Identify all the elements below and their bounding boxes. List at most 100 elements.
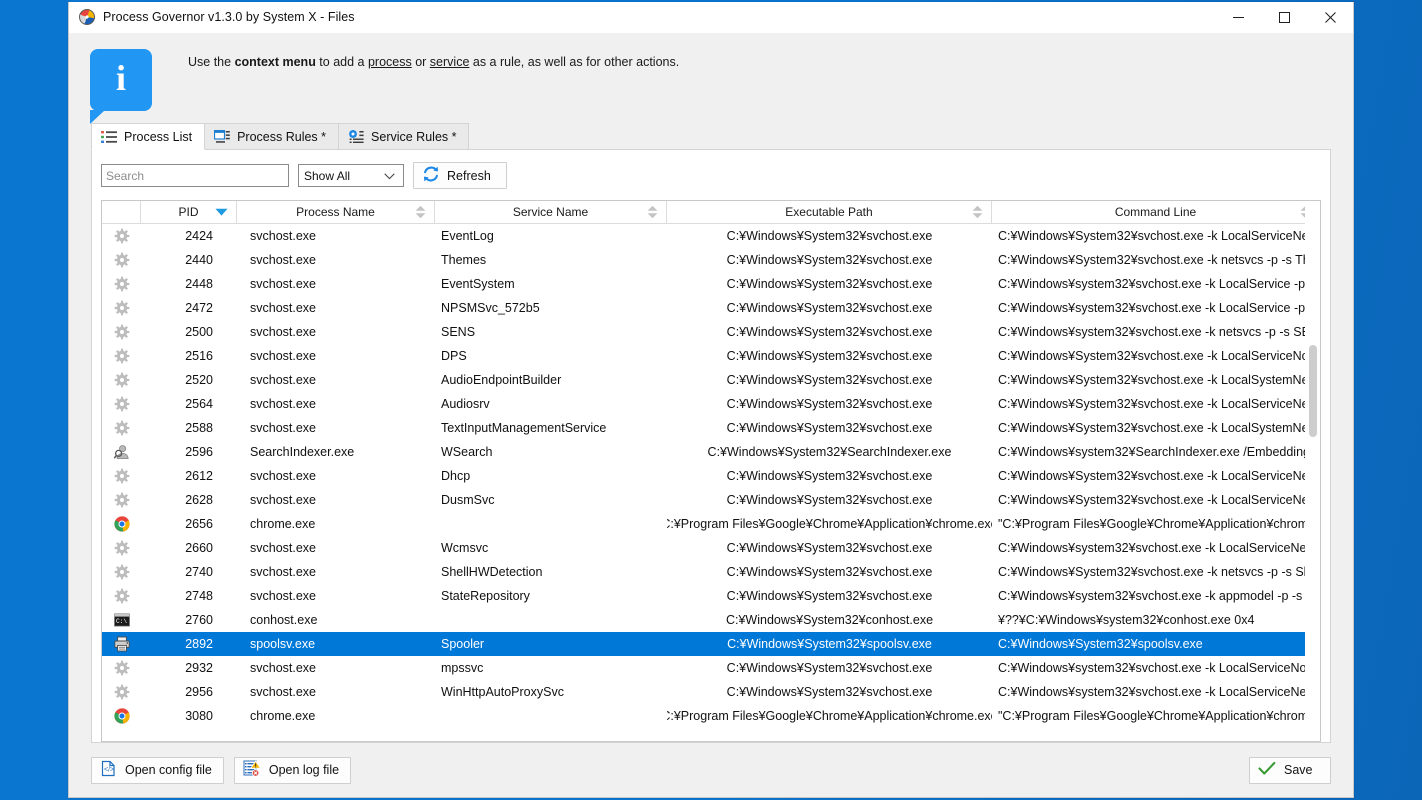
row-icon-cell [102, 416, 141, 440]
column-header-pid[interactable]: PID [141, 201, 237, 224]
cell-pid: 2516 [185, 349, 213, 363]
open-log-file-button[interactable]: Open log file [233, 756, 352, 784]
tab-process-rules-label: Process Rules * [237, 129, 327, 144]
column-header-icon[interactable] [102, 201, 141, 224]
sort-none-icon [415, 205, 426, 219]
app-logo-icon [79, 9, 95, 25]
cell-pid: 2660 [185, 541, 213, 555]
cell-pid: 2424 [185, 229, 213, 243]
column-header-cmd[interactable]: Command Line [992, 201, 1320, 224]
cell-sname: StateRepository [441, 589, 530, 603]
table-body: 2424 svchost.exe EventLog C:¥Windows¥System… [102, 224, 1320, 741]
cell-cmd: C:¥Windows¥system32¥svchost.exe -k Local… [998, 685, 1320, 699]
table-row[interactable]: 2660 svchost.exe Wcmsvc C:¥Windows¥System32… [102, 536, 1320, 560]
table-row[interactable]: 2612 svchost.exe Dhcp C:¥Windows¥System32¥s… [102, 464, 1320, 488]
table-row[interactable]: 2500 svchost.exe SENS C:¥Windows¥System32¥s… [102, 320, 1320, 344]
cell-path: C:¥Program Files¥Google¥Chrome¥Applicati… [667, 517, 992, 531]
cell-cmd: C:¥Windows¥system32¥svchost.exe -k Local… [998, 541, 1320, 555]
cell-pname: SearchIndexer.exe [250, 445, 355, 459]
table-vertical-scrollbar[interactable] [1305, 201, 1320, 741]
tab-service-rules[interactable]: Service Rules * [338, 123, 470, 149]
column-header-sname[interactable]: Service Name [435, 201, 667, 224]
cell-path: C:¥Windows¥System32¥conhost.exe [725, 613, 934, 627]
row-icon-cell [102, 632, 141, 656]
search-input[interactable] [101, 164, 289, 187]
banner-part-1: Use the [188, 55, 235, 69]
refresh-button[interactable]: Refresh [413, 162, 507, 189]
banner-link-process[interactable]: process [368, 55, 412, 69]
table-row[interactable]: 2932 svchost.exe mpssvc C:¥Windows¥System32… [102, 656, 1320, 680]
cell-pid: 2472 [185, 301, 213, 315]
cell-sname: Dhcp [441, 469, 471, 483]
table-row[interactable]: 2440 svchost.exe Themes C:¥Windows¥System32… [102, 248, 1320, 272]
refresh-icon [422, 165, 440, 186]
tab-process-list-label: Process List [124, 129, 193, 144]
gear-icon [114, 276, 130, 292]
column-header-path[interactable]: Executable Path [667, 201, 992, 224]
cell-pname: svchost.exe [250, 325, 317, 339]
scrollbar-thumb[interactable] [1309, 345, 1317, 437]
table-row[interactable]: 2596 SearchIndexer.exe WSearch C:¥Windows¥S… [102, 440, 1320, 464]
cell-pid: 2956 [185, 685, 213, 699]
gear-icon [114, 420, 130, 436]
open-config-file-button[interactable]: </> Open config file [91, 756, 224, 784]
table-row[interactable]: C:\ 2760 conhost.exe C:¥Windows¥System32¥co… [102, 608, 1320, 632]
cell-path: C:¥Windows¥System32¥svchost.exe [726, 565, 933, 579]
table-row[interactable]: 2588 svchost.exe TextInputManagementServic… [102, 416, 1320, 440]
cell-cmd: C:¥Windows¥system32¥SearchIndexer.exe /E… [998, 445, 1310, 459]
table-header-row: PID Process Name Service Name Executable Pa… [102, 201, 1320, 224]
column-header-pname[interactable]: Process Name [237, 201, 435, 224]
table-row[interactable]: 2892 spoolsv.exe Spooler C:¥Windows¥System3… [102, 632, 1320, 656]
minimize-icon[interactable] [1215, 2, 1261, 33]
banner-link-service[interactable]: service [430, 55, 470, 69]
row-icon-cell [102, 464, 141, 488]
cell-path: C:¥Windows¥System32¥svchost.exe [726, 661, 933, 675]
cell-pname: chrome.exe [250, 517, 316, 531]
cell-path: C:¥Windows¥System32¥svchost.exe [726, 493, 933, 507]
table-row[interactable]: 2424 svchost.exe EventLog C:¥Windows¥System… [102, 224, 1320, 248]
cell-pid: 2740 [185, 565, 213, 579]
table-row[interactable]: 2564 svchost.exe Audiosrv C:¥Windows¥System… [102, 392, 1320, 416]
save-button[interactable]: Save [1249, 756, 1331, 784]
cell-cmd: "C:¥Program Files¥Google¥Chrome¥Applicat… [998, 709, 1320, 723]
cell-pname: chrome.exe [250, 709, 316, 723]
row-icon-cell [102, 680, 141, 704]
cell-pname: svchost.exe [250, 541, 317, 555]
save-button-label: Save [1284, 763, 1313, 777]
tab-process-list[interactable]: Process List [91, 123, 206, 150]
cell-cmd: C:¥Windows¥system32¥svchost.exe -k Local… [998, 301, 1320, 315]
table-row[interactable]: 3080 chrome.exe C:¥Program Files¥Google¥Ch… [102, 704, 1320, 728]
table-row[interactable]: 2520 svchost.exe AudioEndpointBuilder C:¥Wi… [102, 368, 1320, 392]
cell-sname: NPSMSvc_572b5 [441, 301, 540, 315]
column-header-label: Command Line [1114, 205, 1197, 219]
filter-dropdown[interactable]: Show All [298, 164, 404, 187]
gear-icon [114, 684, 130, 700]
tab-process-rules[interactable]: Process Rules * [204, 123, 340, 149]
cell-cmd: C:¥Windows¥System32¥spoolsv.exe [998, 637, 1203, 651]
cell-pname: svchost.exe [250, 277, 317, 291]
row-icon-cell [102, 272, 141, 296]
column-header-label: PID [178, 205, 199, 219]
cell-sname: WinHttpAutoProxySvc [441, 685, 564, 699]
table-row[interactable]: 2516 svchost.exe DPS C:¥Windows¥System32¥sv… [102, 344, 1320, 368]
table-row[interactable]: 2628 svchost.exe DusmSvc C:¥Windows¥System3… [102, 488, 1320, 512]
console-icon: C:\ [113, 612, 130, 628]
open-log-file-label: Open log file [268, 763, 340, 777]
cell-pname: svchost.exe [250, 589, 317, 603]
info-bubble-icon: i [90, 49, 152, 124]
close-icon[interactable] [1307, 2, 1353, 33]
log-file-icon [243, 760, 262, 780]
cell-pid: 2612 [185, 469, 213, 483]
maximize-icon[interactable] [1261, 2, 1307, 33]
table-row[interactable]: 2656 chrome.exe C:¥Program Files¥Google¥Ch… [102, 512, 1320, 536]
cell-cmd: C:¥Windows¥system32¥svchost.exe -k Local… [998, 661, 1320, 675]
cell-sname: EventLog [441, 229, 494, 243]
table-row[interactable]: 2956 svchost.exe WinHttpAutoProxySvc C:¥Win… [102, 680, 1320, 704]
cell-pid: 2564 [185, 397, 213, 411]
table-row[interactable]: 2448 svchost.exe EventSystem C:¥Windows¥Sys… [102, 272, 1320, 296]
cell-pid: 2520 [185, 373, 213, 387]
table-row[interactable]: 2472 svchost.exe NPSMSvc_572b5 C:¥Windows¥S… [102, 296, 1320, 320]
table-row[interactable]: 2740 svchost.exe ShellHWDetection C:¥Window… [102, 560, 1320, 584]
table-row[interactable]: 2748 svchost.exe StateRepository C:¥Windows… [102, 584, 1320, 608]
gear-icon [114, 660, 130, 676]
